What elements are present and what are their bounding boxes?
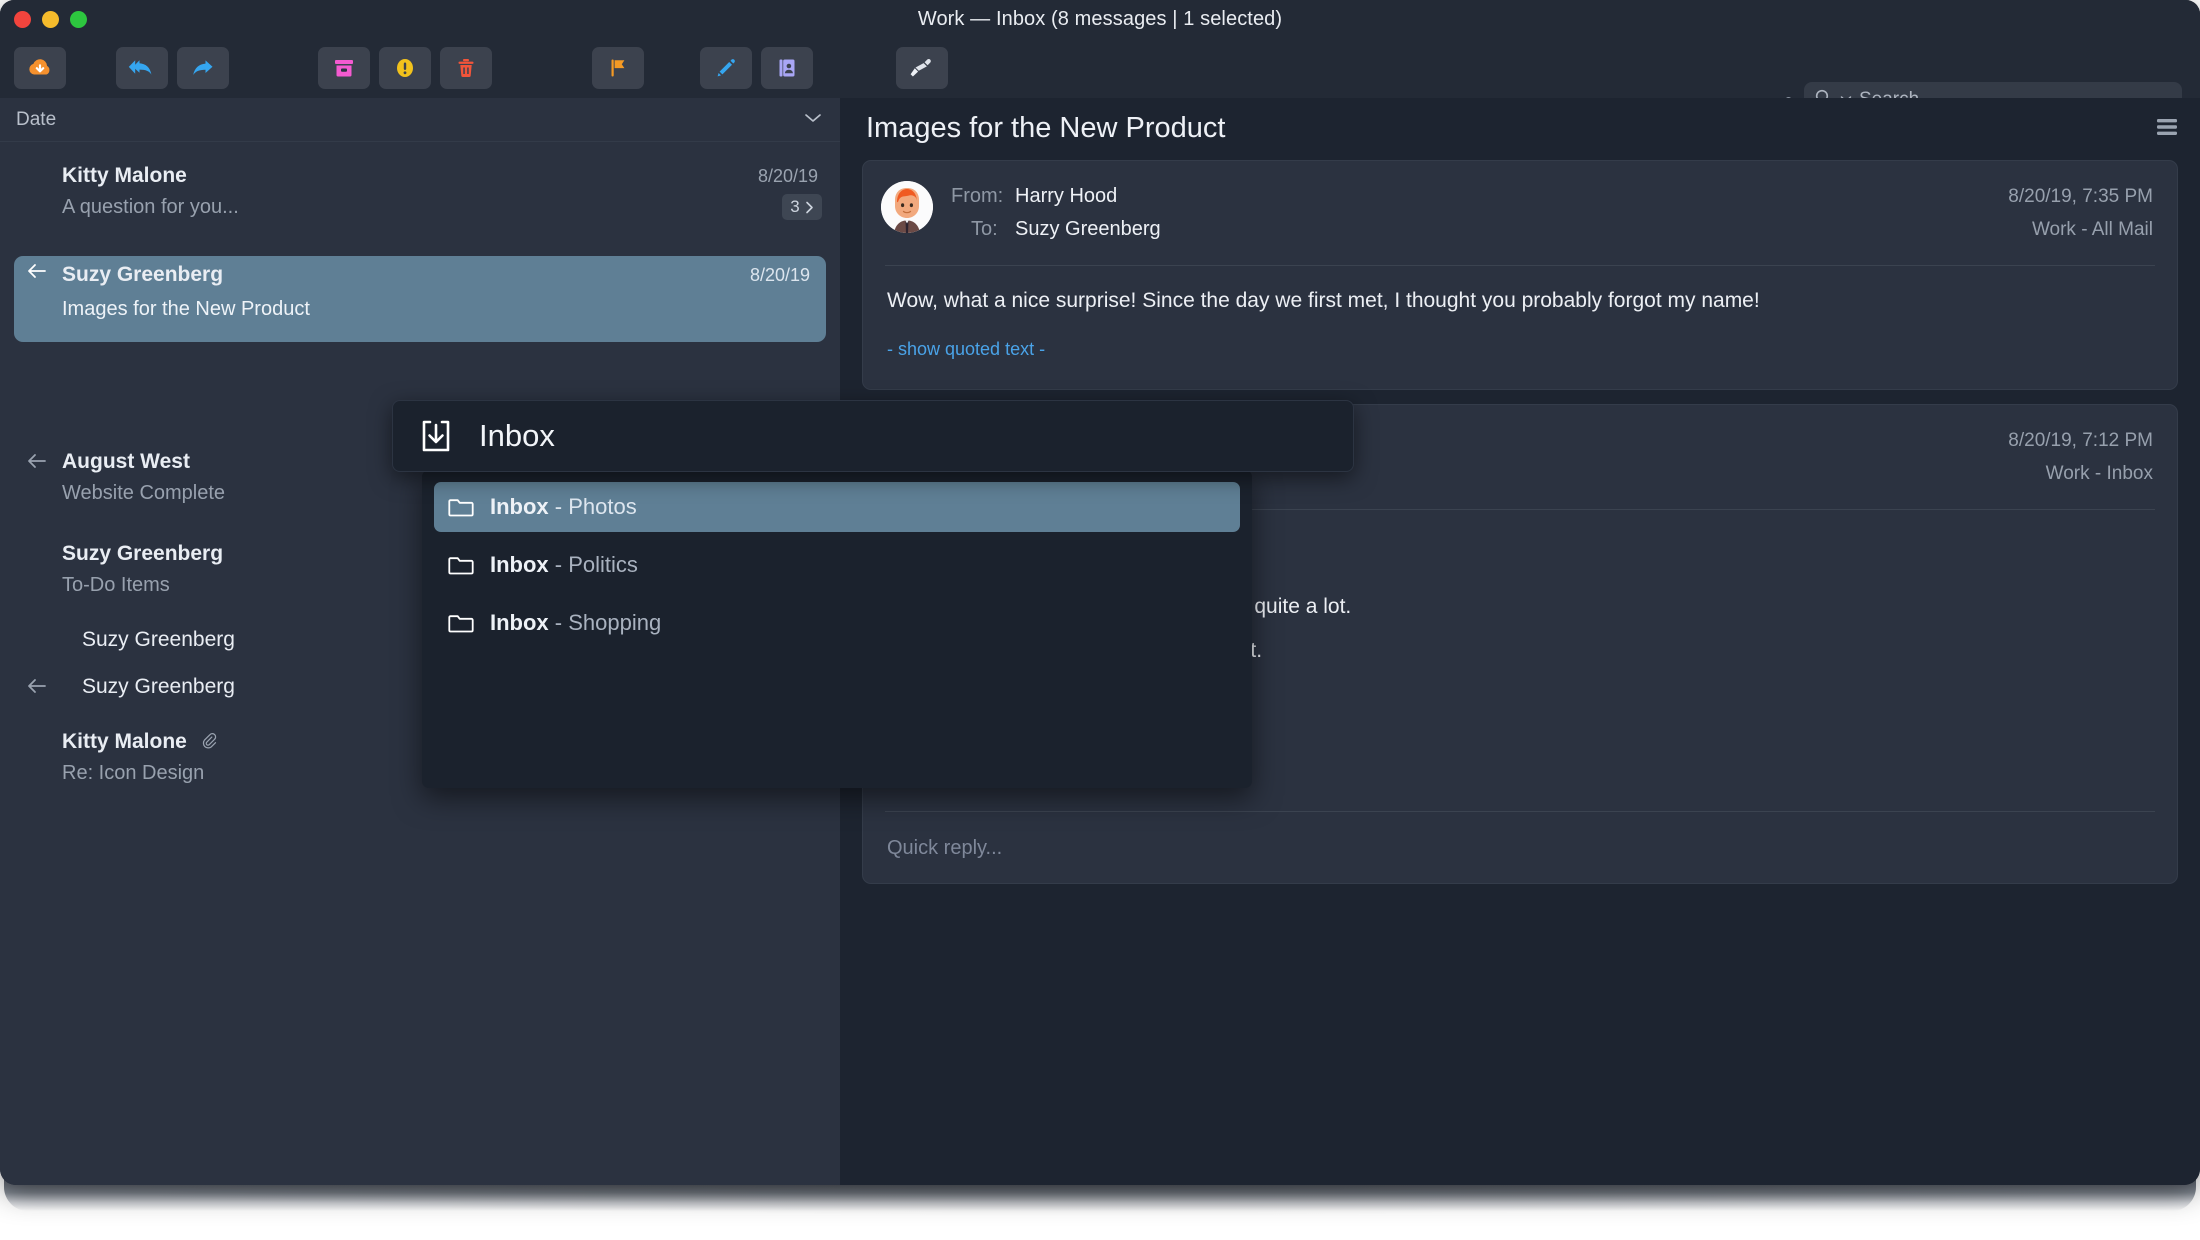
archive-box-icon xyxy=(332,56,356,80)
message-sender: Kitty Malone xyxy=(62,164,187,188)
folder-icon xyxy=(448,612,474,634)
to-value[interactable]: Suzy Greenberg xyxy=(1015,218,1161,241)
mailbox-option-shopping[interactable]: Inbox - Shopping xyxy=(434,598,1240,648)
message-mailbox: Work - All Mail xyxy=(2032,219,2153,241)
cloud-download-icon xyxy=(27,55,53,81)
mailbox-search-field[interactable]: Inbox xyxy=(392,400,1354,472)
forward-arrow-icon xyxy=(190,55,216,81)
folder-icon xyxy=(448,496,474,518)
message-timestamp: 8/20/19, 7:35 PM xyxy=(2008,186,2153,208)
mail-window: Work — Inbox (8 messages | 1 selected) xyxy=(0,0,2200,1185)
junk-warning-icon xyxy=(393,56,417,80)
mailbox-prefix: Inbox xyxy=(490,552,549,577)
message-subject: A question for you... xyxy=(62,196,239,219)
mailbox-name: Photos xyxy=(568,494,637,519)
window-title: Work — Inbox (8 messages | 1 selected) xyxy=(0,0,2200,38)
forward-button[interactable] xyxy=(177,47,229,89)
toolbar-group-respond xyxy=(116,47,229,89)
list-item[interactable]: Kitty Malone 8/20/19 A question for you.… xyxy=(0,164,840,226)
message-sender: Kitty Malone xyxy=(62,730,218,757)
window-titlebar: Work — Inbox (8 messages | 1 selected) xyxy=(0,0,2200,38)
show-quoted-text-link[interactable]: - show quoted text - xyxy=(887,339,1045,360)
mailbox-option-photos[interactable]: Inbox - Photos xyxy=(434,482,1240,532)
reply-all-button[interactable] xyxy=(116,47,168,89)
mailbox-option-politics[interactable]: Inbox - Politics xyxy=(434,540,1240,590)
quick-reply-input[interactable]: Quick reply... xyxy=(887,837,1002,860)
message-sender: Suzy Greenberg xyxy=(62,542,223,566)
toolbar-group-format xyxy=(896,47,948,89)
mailbox-prefix: Inbox xyxy=(490,610,549,635)
format-button[interactable] xyxy=(896,47,948,89)
attachment-paperclip-icon xyxy=(201,732,218,757)
contacts-button[interactable] xyxy=(761,47,813,89)
to-label: To: xyxy=(971,218,998,241)
message-sender: Suzy Greenberg xyxy=(82,628,235,652)
message-date: 8/20/19 xyxy=(750,265,810,286)
toolbar-group-create xyxy=(700,47,813,89)
folder-icon xyxy=(448,554,474,576)
mailbox-option-label: Inbox - Shopping xyxy=(490,610,661,636)
from-value[interactable]: Harry Hood xyxy=(1015,185,1117,208)
replied-arrow-icon xyxy=(26,452,48,475)
flag-icon xyxy=(606,56,630,80)
address-book-icon xyxy=(775,56,799,80)
sort-field-label: Date xyxy=(16,109,56,131)
delete-button[interactable] xyxy=(440,47,492,89)
message-subject: Website Complete xyxy=(62,482,225,505)
avatar xyxy=(881,181,933,233)
message-sender-text: Kitty Malone xyxy=(62,730,187,753)
mailbox-option-label: Inbox - Politics xyxy=(490,552,638,578)
message-sender: Suzy Greenberg xyxy=(82,675,235,699)
flag-button[interactable] xyxy=(592,47,644,89)
mailbox-name: Politics xyxy=(568,552,638,577)
message-timestamp: 8/20/19, 7:12 PM xyxy=(2008,430,2153,452)
quick-reply-divider xyxy=(885,811,2155,812)
thread-count-value: 3 xyxy=(790,197,799,217)
message-sender: August West xyxy=(62,450,190,474)
sort-chevron-down-icon[interactable] xyxy=(804,111,822,129)
trash-icon xyxy=(454,56,478,80)
message-mailbox: Work - Inbox xyxy=(2046,463,2153,485)
message-body: Wow, what a nice surprise! Since the day… xyxy=(887,289,1760,313)
toolbar-group-organize xyxy=(318,47,492,89)
thread-count-badge[interactable]: 3 xyxy=(782,194,822,220)
hamburger-menu-icon[interactable] xyxy=(2154,116,2180,143)
toolbar-group-flag xyxy=(592,47,644,89)
replied-arrow-icon xyxy=(26,262,48,285)
mailbox-separator: - xyxy=(549,494,569,519)
mailbox-option-label: Inbox - Photos xyxy=(490,494,637,520)
message-subject: Images for the New Product xyxy=(62,298,310,321)
get-mail-button[interactable] xyxy=(14,47,66,89)
list-sort-header[interactable]: Date xyxy=(0,98,840,142)
mailbox-suggestion-list: Inbox - Photos Inbox - Politics Inbox - … xyxy=(422,470,1252,788)
main-toolbar: Search xyxy=(0,38,2200,99)
mailbox-search-value: Inbox xyxy=(479,418,555,454)
list-item-selected[interactable]: Suzy Greenberg 8/20/19 Images for the Ne… xyxy=(14,256,826,342)
junk-button[interactable] xyxy=(379,47,431,89)
from-label: From: xyxy=(951,185,1003,208)
toolbar-group-mail xyxy=(14,47,66,89)
compose-button[interactable] xyxy=(700,47,752,89)
replied-arrow-icon xyxy=(26,677,48,700)
message-card: From: Harry Hood To: Suzy Greenberg 8/20… xyxy=(862,160,2178,390)
message-subject: To-Do Items xyxy=(62,574,170,597)
archive-button[interactable] xyxy=(318,47,370,89)
header-divider xyxy=(885,265,2155,266)
mailbox-separator: - xyxy=(549,610,569,635)
inbox-download-icon xyxy=(415,415,457,457)
mailbox-name: Shopping xyxy=(568,610,661,635)
mailbox-prefix: Inbox xyxy=(490,494,549,519)
page-title: Images for the New Product xyxy=(866,112,1225,145)
message-sender: Suzy Greenberg xyxy=(62,263,223,287)
message-date: 8/20/19 xyxy=(758,166,818,187)
reply-all-icon xyxy=(128,55,156,81)
pencil-icon xyxy=(714,56,738,80)
paintbrush-icon xyxy=(909,55,935,81)
desktop-background: Work — Inbox (8 messages | 1 selected) xyxy=(0,0,2200,1240)
message-subject: Re: Icon Design xyxy=(62,762,204,785)
mailbox-separator: - xyxy=(549,552,569,577)
